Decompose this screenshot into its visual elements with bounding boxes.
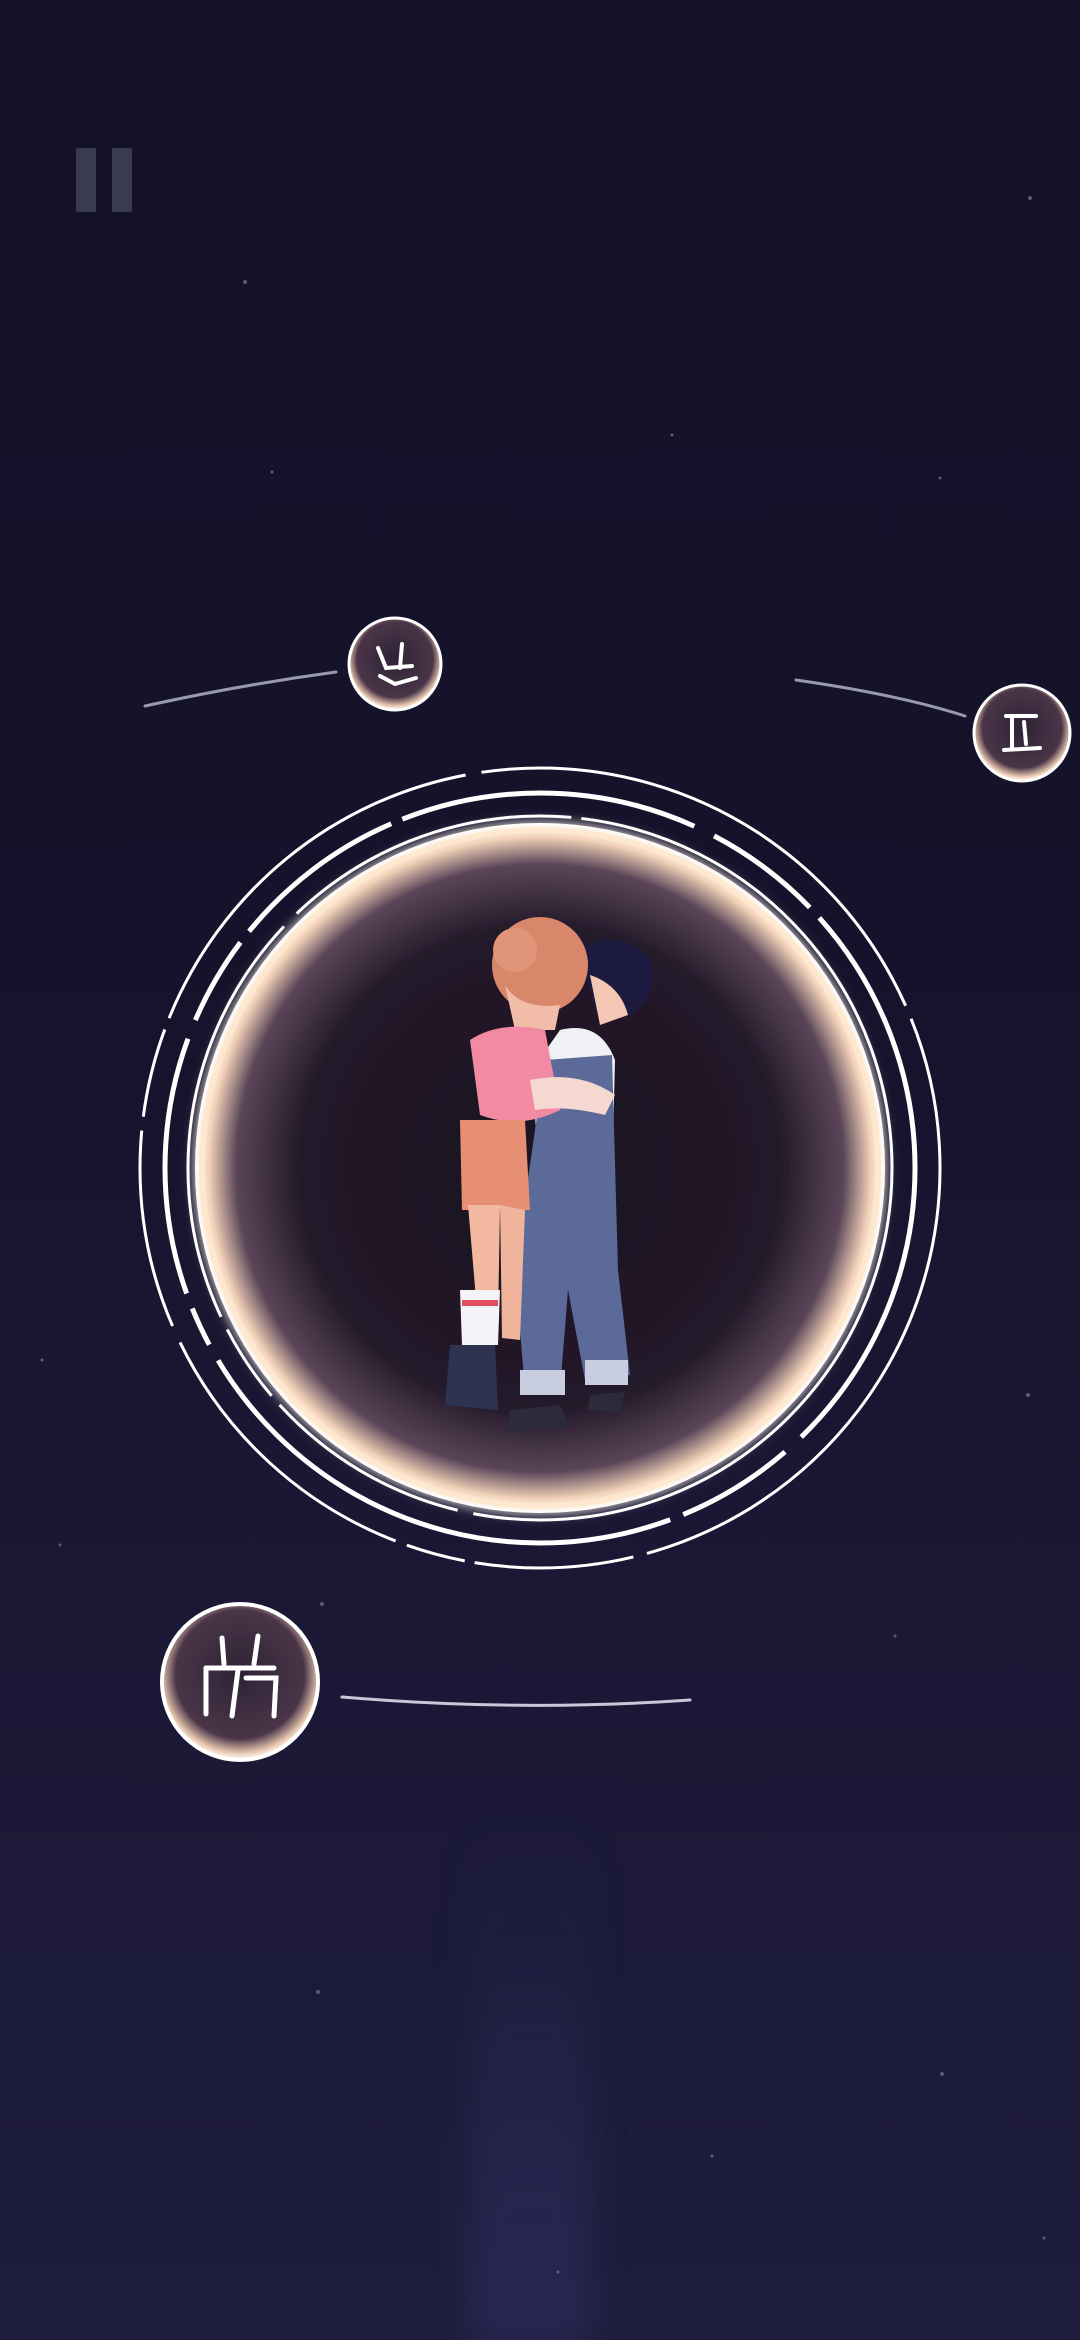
- rune-node-bottom-left[interactable]: [160, 1602, 320, 1762]
- pause-button[interactable]: [72, 148, 136, 212]
- scene-canvas: [40, 196, 1072, 2274]
- game-stage: [0, 0, 1080, 2340]
- pause-icon: [76, 148, 96, 212]
- rune-node-top-right[interactable]: [972, 683, 1072, 783]
- rune-node-top-left[interactable]: [347, 616, 443, 712]
